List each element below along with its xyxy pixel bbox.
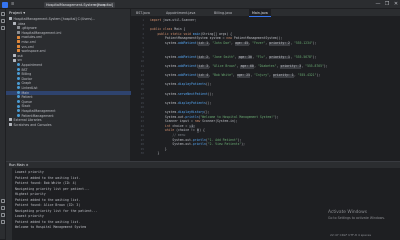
tree-item-label: HospitalManagement.iml xyxy=(21,30,62,35)
tree-item-label: BST xyxy=(21,67,28,72)
tree-item-label: workspace.xml xyxy=(21,49,46,54)
tree-item-label: Main xyxy=(21,90,30,95)
tree-item-label: Billing xyxy=(21,72,32,77)
java-icon xyxy=(17,100,20,104)
tree-item-label: PatientManagement xyxy=(21,113,54,118)
xml-icon xyxy=(17,44,20,48)
tree-item[interactable]: Scratches and Consoles xyxy=(6,123,131,128)
tree-item-label: Doctor xyxy=(21,76,33,81)
folder-icon xyxy=(9,118,12,122)
minimize-button[interactable]: — xyxy=(374,0,382,9)
java-icon xyxy=(17,67,20,71)
tab-appointment[interactable]: Appointment.java xyxy=(163,9,198,17)
folder-icon xyxy=(13,21,16,25)
tree-item-label: Scratches and Consoles xyxy=(13,122,52,127)
console-line: Welcome to Hospital Management System xyxy=(15,225,87,229)
run-panel: Run Main × Lowest priority Patient added … xyxy=(6,161,400,240)
tab-main[interactable]: Main.java xyxy=(249,9,271,17)
console-line: Patient found: Bob White (ID: 4) xyxy=(15,181,77,185)
run-toolbar xyxy=(6,168,12,240)
xml-icon xyxy=(17,40,20,44)
console-line: Patient added to the waiting list. xyxy=(15,175,81,180)
xml-icon xyxy=(17,49,20,53)
java-icon xyxy=(17,81,20,85)
watermark-subtitle: Go to Settings to activate Windows. xyxy=(328,216,386,220)
file-icon xyxy=(17,31,20,35)
console-line: Lowest priority xyxy=(15,214,44,218)
folder-icon xyxy=(9,17,12,21)
tree-item-label: HospitalManagement-System [hospital] C:\… xyxy=(13,17,96,21)
code-line[interactable]: system.addPatient(id: 2, "Jane Smith", a… xyxy=(150,55,316,60)
code-line[interactable]: system.displayPatients(); xyxy=(150,101,212,106)
line-number-gutter: 1 2 3 4 5 6 7 8 9 10 11 12 13 14 15 16 17 18 19 20 21 22 23 24 2… xyxy=(131,17,148,161)
code-line[interactable]: system.addPatient(id: 4, "Bob White", ag… xyxy=(150,73,320,78)
java-icon xyxy=(17,95,20,99)
java-icon xyxy=(17,72,20,76)
tree-item-label: .idea xyxy=(17,21,26,26)
commit-tool-icon[interactable] xyxy=(1,19,5,23)
code-line[interactable]: } xyxy=(150,152,159,156)
project-tool-icon[interactable] xyxy=(1,12,5,16)
tree-item-label: Patient xyxy=(21,95,33,100)
java-icon xyxy=(17,109,20,113)
folder-icon xyxy=(9,123,12,127)
console-line: Navigating priority list per patient... xyxy=(15,186,90,191)
vcs-branch-selector[interactable]: main ▾ xyxy=(92,2,107,8)
code-line[interactable]: import java.util.Scanner; xyxy=(150,18,197,23)
console-line: Patient added to the waiting list. xyxy=(15,219,81,224)
tree-item-label: Graph xyxy=(21,81,32,86)
tree-item-label: misc.xml xyxy=(21,40,36,44)
line-number: 30 xyxy=(140,151,144,156)
terminal-tool-icon[interactable] xyxy=(1,206,5,210)
tree-item-label: modules.xml xyxy=(21,35,43,40)
tab-billing[interactable]: Billing.java xyxy=(211,9,235,17)
tab-bst[interactable]: BST.java xyxy=(133,9,153,17)
java-icon xyxy=(17,86,20,90)
tree-item-label: External Libraries xyxy=(13,118,42,123)
tree-item-label: vcs.xml xyxy=(21,44,34,49)
file-icon xyxy=(17,26,20,30)
java-icon xyxy=(17,104,20,108)
code-line[interactable]: system.displayPatients(); xyxy=(150,83,212,87)
console-line: Patient found: Alice Brown (ID: 3) xyxy=(15,203,81,207)
tree-item-label: src xyxy=(17,58,23,63)
structure-tool-icon[interactable] xyxy=(1,26,5,30)
tree-item-label: Stack xyxy=(21,104,31,109)
folder-icon xyxy=(13,54,16,58)
java-icon xyxy=(17,113,20,117)
main-menu-icon[interactable]: ☰ xyxy=(11,0,14,9)
code-editor[interactable]: 1 2 3 4 5 6 7 8 9 10 11 12 13 14 15 16 17 18 19 20 21 22 23 24 2… xyxy=(131,17,400,161)
maximize-button[interactable]: ❐ xyxy=(383,0,391,9)
close-button[interactable]: ✕ xyxy=(392,0,400,9)
console-line: Navigating priority list for the patient… xyxy=(15,208,98,213)
run-tool-icon[interactable] xyxy=(1,199,5,203)
tree-item-label: Queue xyxy=(21,99,32,104)
java-icon xyxy=(17,63,20,67)
problems-tool-icon[interactable] xyxy=(1,213,5,217)
code-line[interactable]: system.addPatient(id: 1, "John Doe", age… xyxy=(150,41,316,46)
title-bar: ☰ HospitalManagement-System [hospital] m… xyxy=(0,0,400,9)
console-line: Patient added to the waiting list. xyxy=(15,197,81,202)
status-bar[interactable]: 22:47 CRLF UTF-8 4 spaces xyxy=(330,231,400,239)
tree-item-label: .gitignore xyxy=(21,26,37,31)
console-line: Lowest priority xyxy=(15,170,44,174)
xml-icon xyxy=(17,35,20,39)
editor-tabs: BST.java Appointment.java Billing.java M… xyxy=(131,9,400,17)
project-panel: Project ▾ HospitalManagement-System [hos… xyxy=(6,9,131,161)
tree-item-label: HospitalManagement xyxy=(21,109,56,113)
git-tool-icon[interactable] xyxy=(1,220,5,224)
app-logo-icon[interactable] xyxy=(2,1,8,8)
java-icon xyxy=(17,90,20,94)
run-panel-title[interactable]: Run Main × xyxy=(6,162,400,168)
project-panel-title[interactable]: Project ▾ xyxy=(6,9,131,16)
java-icon xyxy=(17,77,20,81)
console-line: Highest priority xyxy=(15,192,46,196)
tree-item-label: LinkedList xyxy=(21,86,38,90)
code-line[interactable]: system.serveNextPatient(); xyxy=(150,92,213,97)
tree-item-label: Appointment xyxy=(21,63,43,67)
code-line[interactable]: system.addPatient(id: 3, "Alice Brown", … xyxy=(150,64,328,69)
activate-windows-watermark: Activate Windows Go to Settings to activ… xyxy=(328,210,385,220)
folder-icon xyxy=(13,58,16,62)
tree-item-label: out xyxy=(17,53,23,58)
